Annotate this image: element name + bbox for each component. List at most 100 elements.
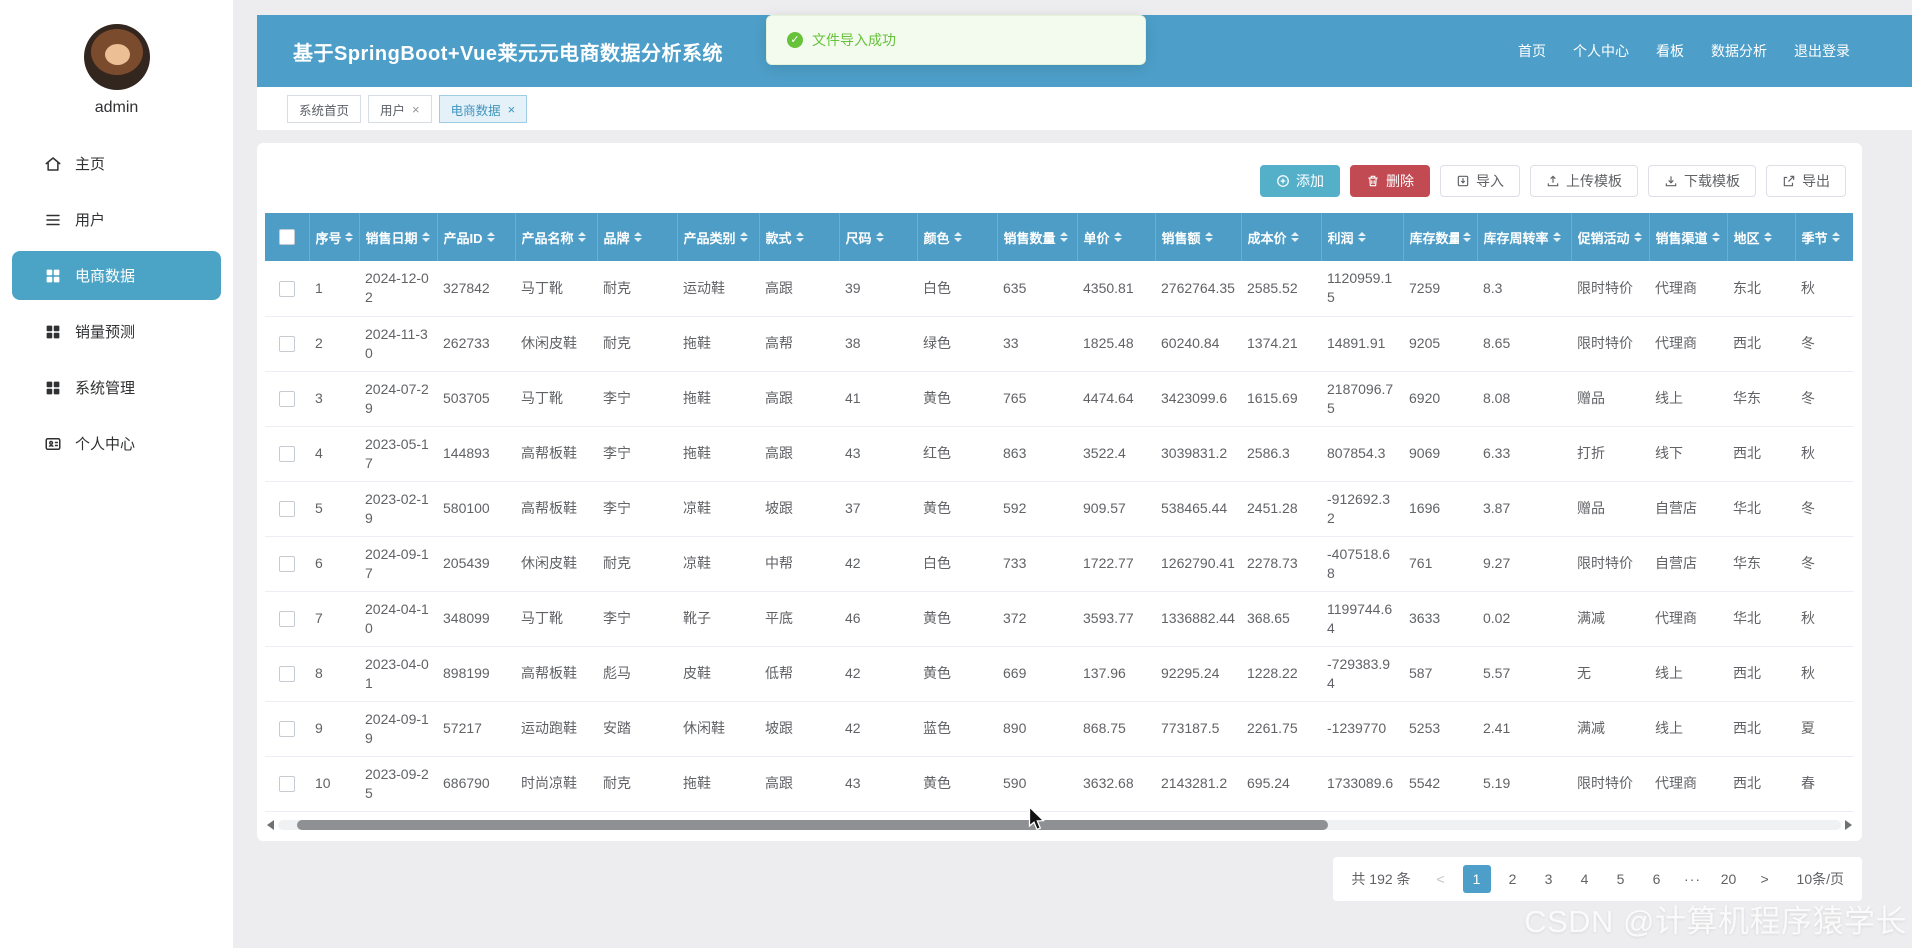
sort-icons[interactable] — [1633, 232, 1642, 242]
download-template-button[interactable]: 下载模板 — [1648, 165, 1756, 197]
pagination-page-2[interactable]: 2 — [1499, 865, 1527, 893]
column-header-序号[interactable]: 序号 — [309, 213, 360, 261]
upload-icon — [1546, 174, 1560, 188]
sort-icons[interactable] — [1831, 232, 1840, 242]
top-nav-home[interactable]: 首页 — [1518, 41, 1546, 61]
column-header-单价[interactable]: 单价 — [1077, 213, 1156, 261]
cell-尺码: 46 — [839, 591, 917, 647]
sort-icons[interactable] — [1552, 232, 1561, 242]
row-checkbox[interactable] — [279, 721, 295, 738]
row-checkbox[interactable] — [279, 391, 295, 408]
cell-产品名称: 运动跑鞋 — [515, 701, 597, 757]
pagination-page-20[interactable]: 20 — [1715, 865, 1743, 893]
sort-icons[interactable] — [875, 232, 884, 242]
scrollbar-thumb[interactable] — [296, 819, 1329, 830]
column-header-销售额[interactable]: 销售额 — [1155, 213, 1242, 261]
sidebar-item-sales-forecast[interactable]: 销量预测 — [12, 307, 221, 356]
sort-icons[interactable] — [739, 232, 748, 242]
sort-icons[interactable] — [1462, 232, 1471, 242]
pagination-page-4[interactable]: 4 — [1571, 865, 1599, 893]
sort-icons[interactable] — [486, 232, 495, 242]
horizontal-scrollbar[interactable] — [267, 819, 1852, 831]
sort-icons[interactable] — [1113, 232, 1122, 242]
cell-单价: 868.75 — [1077, 701, 1155, 757]
select-all-checkbox[interactable] — [278, 229, 295, 246]
top-nav-personal-center[interactable]: 个人中心 — [1573, 41, 1629, 61]
row-checkbox[interactable] — [279, 611, 295, 628]
column-header-促销活动[interactable]: 促销活动 — [1571, 213, 1650, 261]
column-header-产品ID[interactable]: 产品ID — [437, 213, 516, 261]
sort-icons[interactable] — [1059, 232, 1068, 242]
tab-close-icon[interactable]: × — [508, 103, 516, 116]
row-checkbox[interactable] — [279, 501, 295, 518]
column-header-品牌[interactable]: 品牌 — [597, 213, 678, 261]
top-nav-logout[interactable]: 退出登录 — [1794, 41, 1850, 61]
row-checkbox[interactable] — [279, 556, 295, 573]
delete-button[interactable]: 删除 — [1350, 165, 1430, 197]
import-button[interactable]: 导入 — [1440, 165, 1520, 197]
sidebar-item-users[interactable]: 用户 — [12, 195, 221, 244]
column-header-销售日期[interactable]: 销售日期 — [359, 213, 438, 261]
tab-system-home[interactable]: 系统首页 — [287, 95, 362, 123]
column-header-利润[interactable]: 利润 — [1321, 213, 1404, 261]
pagination-page-3[interactable]: 3 — [1535, 865, 1563, 893]
upload-template-button[interactable]: 上传模板 — [1530, 165, 1638, 197]
column-label: 库存数量 — [1409, 230, 1459, 246]
column-header-尺码[interactable]: 尺码 — [839, 213, 918, 261]
pagination-ellipsis[interactable]: ··· — [1679, 865, 1707, 893]
column-header-库存周转率[interactable]: 库存周转率 — [1477, 213, 1572, 261]
add-button[interactable]: 添加 — [1260, 165, 1340, 197]
sidebar-item-home[interactable]: 主页 — [12, 139, 221, 188]
sort-icons[interactable] — [344, 232, 353, 242]
cell-利润: 1733089.6 — [1321, 756, 1403, 812]
pagination-next-button[interactable]: > — [1751, 865, 1779, 893]
pagination-page-6[interactable]: 6 — [1643, 865, 1671, 893]
tab-ecommerce-data[interactable]: 电商数据 × — [438, 95, 528, 123]
scroll-right-arrow-icon[interactable] — [1845, 819, 1852, 830]
sort-icons[interactable] — [577, 232, 586, 242]
column-header-销售数量[interactable]: 销售数量 — [997, 213, 1078, 261]
column-header-季节[interactable]: 季节 — [1795, 213, 1853, 261]
sort-icons[interactable] — [795, 232, 804, 242]
pagination-prev-button[interactable]: < — [1427, 865, 1455, 893]
row-checkbox[interactable] — [279, 666, 295, 683]
cell-产品类别: 凉鞋 — [677, 536, 759, 592]
row-checkbox[interactable] — [279, 446, 295, 463]
row-checkbox[interactable] — [279, 336, 295, 353]
export-button[interactable]: 导出 — [1766, 165, 1846, 197]
column-header-地区[interactable]: 地区 — [1727, 213, 1796, 261]
tab-close-icon[interactable]: × — [412, 103, 420, 116]
pagination-page-5[interactable]: 5 — [1607, 865, 1635, 893]
column-header-颜色[interactable]: 颜色 — [917, 213, 998, 261]
column-header-销售渠道[interactable]: 销售渠道 — [1649, 213, 1728, 261]
success-check-icon: ✓ — [787, 32, 803, 48]
sort-icons[interactable] — [1357, 232, 1366, 242]
sort-icons[interactable] — [421, 232, 430, 242]
top-nav-board[interactable]: 看板 — [1656, 41, 1684, 61]
sidebar-item-personal-center[interactable]: 个人中心 — [12, 419, 221, 468]
sort-icons[interactable] — [1711, 232, 1720, 242]
page-size-select[interactable]: 10条/页 — [1797, 869, 1844, 889]
sort-icons[interactable] — [1290, 232, 1299, 242]
sidebar-item-system-management[interactable]: 系统管理 — [12, 363, 221, 412]
sort-icons[interactable] — [1204, 232, 1213, 242]
sort-icons[interactable] — [633, 232, 642, 242]
cell-利润: 1199744.64 — [1321, 591, 1403, 647]
column-header-产品类别[interactable]: 产品类别 — [677, 213, 760, 261]
top-nav-data-analysis[interactable]: 数据分析 — [1711, 41, 1767, 61]
column-header-成本价[interactable]: 成本价 — [1241, 213, 1322, 261]
top-nav: 首页 个人中心 看板 数据分析 退出登录 — [1518, 41, 1850, 61]
sort-icons[interactable] — [953, 232, 962, 242]
row-checkbox[interactable] — [279, 281, 295, 298]
scroll-left-arrow-icon[interactable] — [267, 819, 274, 830]
avatar[interactable] — [83, 24, 150, 90]
column-header-款式[interactable]: 款式 — [759, 213, 840, 261]
column-header-库存数量[interactable]: 库存数量 — [1403, 213, 1478, 261]
pagination-page-1[interactable]: 1 — [1462, 864, 1491, 893]
column-header-产品名称[interactable]: 产品名称 — [515, 213, 598, 261]
sidebar-item-ecommerce-data[interactable]: 电商数据 — [12, 251, 221, 300]
tab-users[interactable]: 用户 × — [368, 95, 432, 123]
scrollbar-track[interactable] — [278, 819, 1841, 830]
sort-icons[interactable] — [1763, 232, 1772, 242]
row-checkbox[interactable] — [279, 776, 295, 793]
